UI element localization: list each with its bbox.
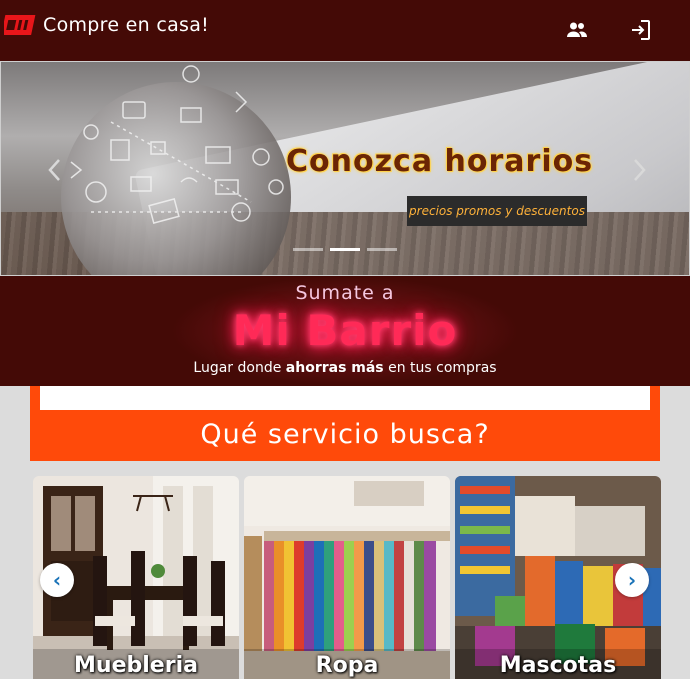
app-title[interactable]: Compre en casa! <box>43 14 209 36</box>
main-content: Qué servicio busca? Muebleria Ropa Masco… <box>0 386 690 679</box>
service-heading: Qué servicio busca? <box>200 419 490 450</box>
top-navbar: Compre en casa! <box>0 0 690 61</box>
carousel-indicator[interactable] <box>367 248 397 251</box>
promo-banner: Sumate a Mi Barrio Lugar donde ahorras m… <box>0 276 690 386</box>
service-heading-bar: Qué servicio busca? <box>30 411 660 461</box>
category-card-ropa[interactable]: Ropa <box>244 476 450 679</box>
promo-subtitle: Sumate a <box>295 282 395 304</box>
carousel-prev-arrow-icon[interactable] <box>45 157 65 183</box>
login-icon[interactable] <box>628 18 654 42</box>
carousel-indicator-active[interactable] <box>330 248 360 251</box>
carousel-indicator[interactable] <box>293 248 323 251</box>
hero-carousel: Conozca horarios precios promos y descue… <box>0 61 690 276</box>
carousel-next-arrow-icon[interactable] <box>629 157 649 183</box>
category-next-button[interactable]: › <box>615 563 649 597</box>
promo-tagline-pre: Lugar donde <box>193 360 286 376</box>
panel-inner <box>40 386 650 410</box>
slide-tagline: precios promos y descuentos <box>407 196 587 226</box>
promo-tagline-bold: ahorras más <box>285 360 384 376</box>
category-label: Ropa <box>244 649 450 679</box>
users-icon[interactable] <box>564 18 590 42</box>
category-carousel: Muebleria Ropa Mascotas <box>33 476 661 679</box>
slide-headline: Conozca horarios <box>286 144 594 179</box>
logo-icon[interactable] <box>4 12 38 38</box>
promo-tagline-post: en tus compras <box>383 360 497 376</box>
category-label: Muebleria <box>33 649 239 679</box>
panel-frame <box>30 386 660 411</box>
category-prev-button[interactable]: ‹ <box>40 563 74 597</box>
promo-title: Mi Barrio <box>232 306 458 355</box>
promo-tagline: Lugar donde ahorras más en tus compras <box>0 360 690 376</box>
category-label: Mascotas <box>455 649 661 679</box>
